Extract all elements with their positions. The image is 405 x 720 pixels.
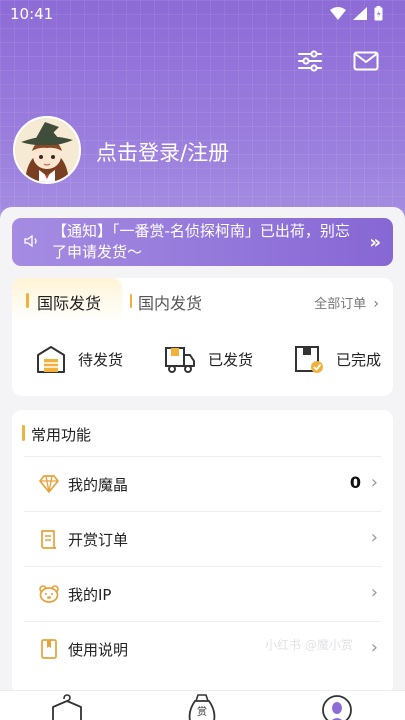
tab-domestic-shipping[interactable]: 国内发货 (122, 278, 222, 322)
item-label: 开赏订单 (68, 531, 129, 549)
box-check-icon (295, 346, 323, 373)
login-register-link[interactable]: 点击登录/注册 (96, 137, 229, 167)
chevron-right-icon: › (370, 637, 378, 658)
speaker-icon (24, 234, 37, 248)
notice-banner[interactable]: 【通知】「一番赏-名侦探柯南」已出荷，别忘了申请发货～ » (12, 218, 393, 266)
profile-icon[interactable] (320, 693, 354, 720)
tab-label: 国际发货 (37, 294, 102, 313)
crystal-count: 0 (349, 473, 361, 492)
watermark: 小红书 @魔小赏 (265, 638, 353, 652)
all-orders-link[interactable]: 全部订单 › (314, 293, 379, 312)
status-label: 已完成 (336, 350, 382, 369)
mystery-box-icon[interactable] (50, 693, 84, 720)
status-label: 待发货 (78, 350, 124, 369)
tab-indicator (130, 294, 132, 308)
prize-bag-icon[interactable]: 赏 (185, 693, 219, 720)
status-bar: 10:41 (0, 0, 405, 30)
status-completed[interactable]: 已完成 (294, 342, 381, 376)
bottom-tab-bar: 赏 (0, 690, 405, 720)
status-label: 已发货 (208, 350, 254, 369)
chevron-right-icon: › (370, 582, 378, 603)
status-pending-shipment[interactable]: 待发货 (36, 342, 123, 376)
status-icons (330, 6, 383, 21)
section-indicator (22, 425, 25, 441)
receipt-icon (41, 530, 57, 549)
chevron-right-icon: › (370, 472, 378, 493)
diamond-icon (39, 475, 59, 493)
chevron-right-icon: › (370, 527, 378, 548)
wifi-icon (330, 7, 346, 20)
item-label: 使用说明 (68, 641, 129, 659)
signal-icon (353, 7, 367, 20)
item-label: 我的魔晶 (68, 476, 129, 494)
avatar[interactable] (13, 116, 81, 184)
all-orders-label: 全部订单 (314, 297, 367, 312)
list-item-my-ip[interactable]: 我的IP › (24, 566, 381, 620)
status-shipped[interactable]: 已发货 (164, 342, 253, 376)
list-item-prize-orders[interactable]: 开赏订单 › (24, 511, 381, 565)
list-item-my-crystals[interactable]: 我的魔晶 0 › (24, 456, 381, 510)
tab-indicator (26, 293, 29, 308)
witch-avatar-illustration (15, 118, 79, 182)
sliders-icon[interactable] (296, 47, 324, 75)
svg-text:赏: 赏 (197, 706, 207, 718)
warehouse-icon (37, 346, 65, 373)
book-icon (41, 639, 57, 659)
item-label: 我的IP (68, 586, 112, 604)
battery-icon (374, 6, 383, 21)
double-chevron-right-icon: » (369, 232, 381, 253)
tab-international-shipping[interactable]: 国际发货 (12, 278, 122, 322)
orders-card: 国际发货 国内发货 全部订单 › 待发货 已发货 已完成 (12, 278, 393, 396)
status-time: 10:41 (10, 5, 54, 23)
envelope-icon[interactable] (352, 47, 380, 75)
tab-label: 国内发货 (138, 294, 203, 313)
chevron-right-icon: › (373, 296, 379, 312)
truck-icon (165, 347, 195, 373)
bear-icon (39, 585, 59, 603)
section-title: 常用功能 (31, 426, 92, 444)
notice-text: 【通知】「一番赏-名侦探柯南」已出荷，别忘了申请发货～ (52, 222, 350, 261)
